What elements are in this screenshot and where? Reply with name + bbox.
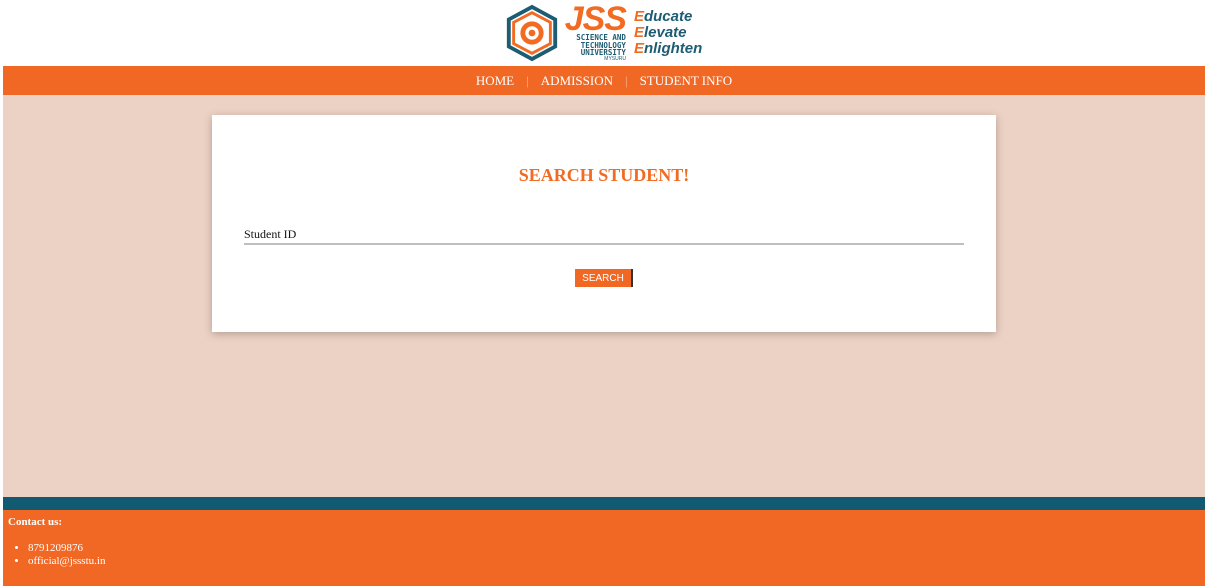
contact-phone: 8791209876 bbox=[28, 542, 1200, 555]
motto-line: Enlighten bbox=[633, 40, 703, 57]
brand-name: JSS bbox=[564, 0, 627, 39]
main-nav: HOME | ADMISSION | STUDENT INFO bbox=[3, 66, 1205, 95]
contact-email: official@jssstu.in bbox=[28, 555, 1200, 568]
nav-item-admission[interactable]: ADMISSION bbox=[541, 73, 613, 89]
university-logo[interactable]: JSS SCIENCE AND TECHNOLOGY UNIVERSITY MY… bbox=[503, 0, 702, 62]
brand-city: MYSURU bbox=[604, 55, 626, 62]
nav-separator: | bbox=[624, 72, 628, 88]
motto-line: Elevate bbox=[633, 24, 687, 41]
motto-line: Educate bbox=[633, 8, 693, 25]
search-card: SEARCH STUDENT! SEARCH bbox=[212, 115, 996, 332]
main-content: SEARCH STUDENT! SEARCH bbox=[3, 95, 1205, 497]
nav-separator: | bbox=[526, 72, 529, 88]
site-footer: Contact us: 8791209876 official@jssstu.i… bbox=[3, 510, 1205, 586]
brand-text: JSS SCIENCE AND TECHNOLOGY UNIVERSITY MY… bbox=[564, 0, 627, 62]
motto: Educate Elevate Enlighten bbox=[634, 9, 702, 57]
student-id-input[interactable] bbox=[244, 225, 964, 245]
university-emblem-icon bbox=[506, 4, 557, 62]
site-header: JSS SCIENCE AND TECHNOLOGY UNIVERSITY MY… bbox=[0, 0, 1205, 66]
footer-divider bbox=[3, 497, 1205, 510]
nav-item-home[interactable]: HOME bbox=[476, 73, 514, 89]
search-button[interactable]: SEARCH bbox=[575, 269, 633, 287]
contact-list: 8791209876 official@jssstu.in bbox=[28, 542, 1200, 568]
contact-heading: Contact us: bbox=[8, 516, 63, 528]
search-title: SEARCH STUDENT! bbox=[518, 165, 690, 185]
nav-item-student-info[interactable]: STUDENT INFO bbox=[640, 73, 733, 89]
